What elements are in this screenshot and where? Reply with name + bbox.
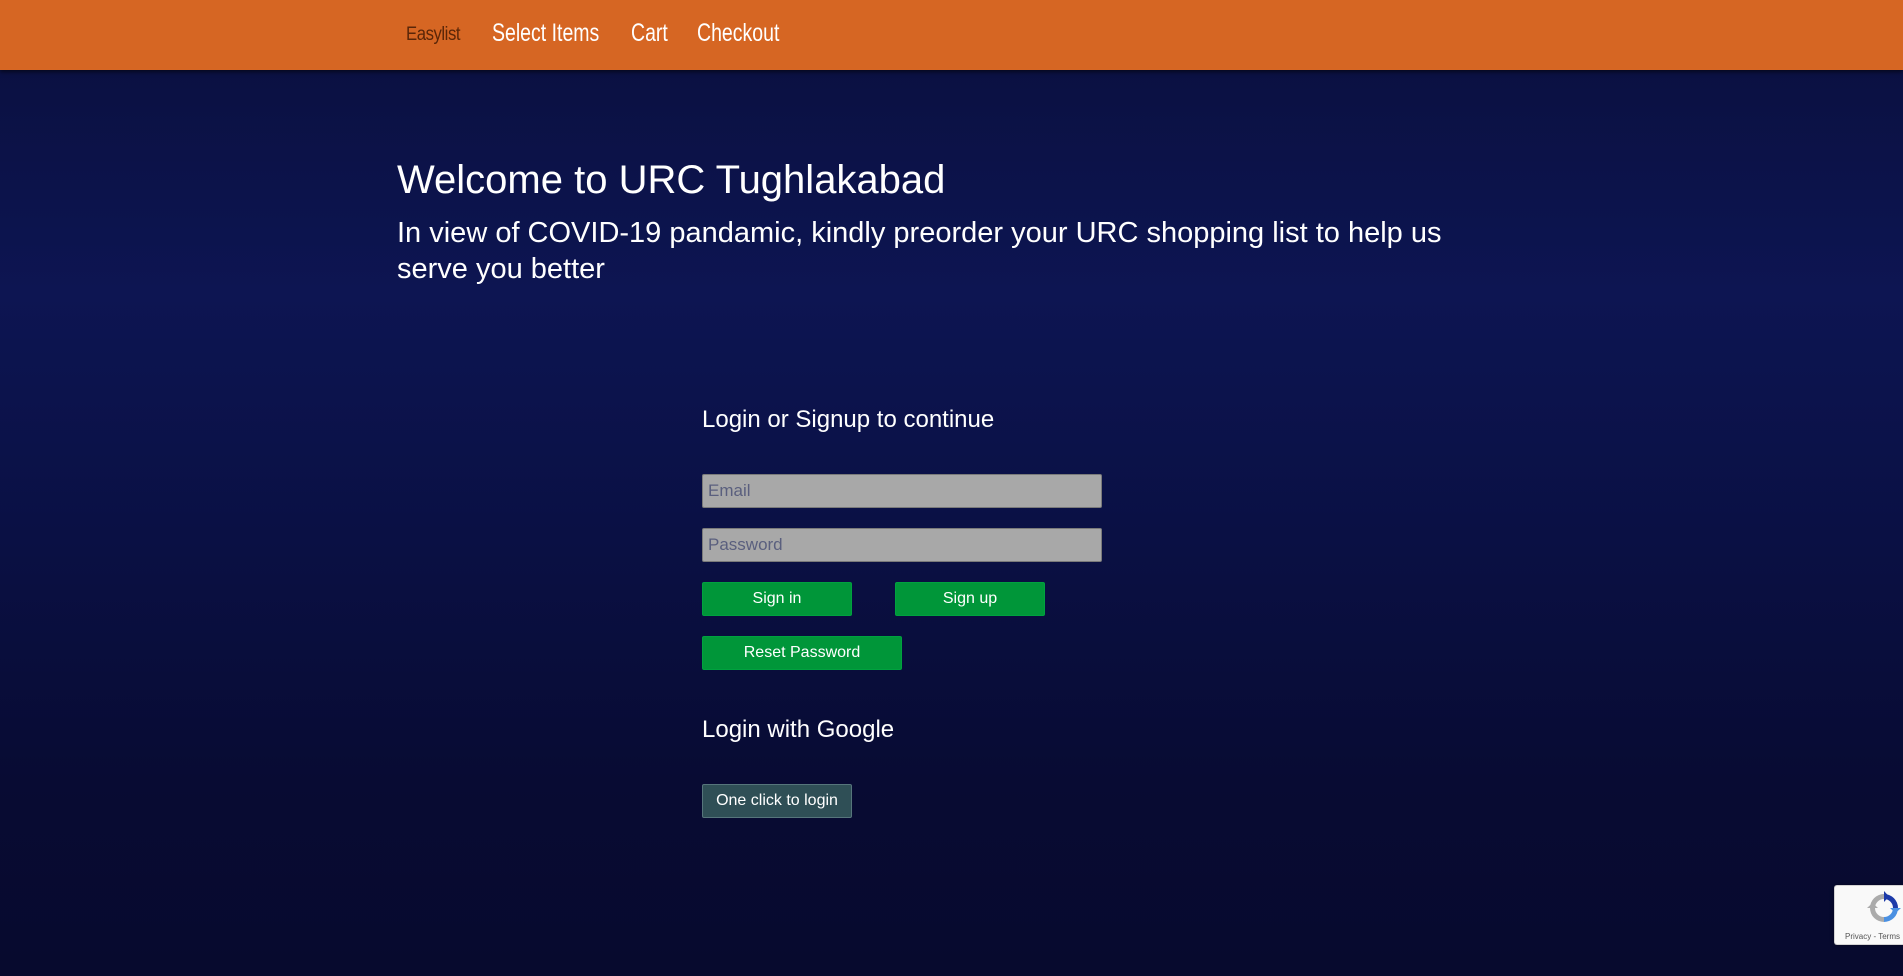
recaptcha-privacy-link[interactable]: Privacy <box>1845 932 1871 941</box>
nav-link-select-items[interactable]: Select Items <box>492 19 599 48</box>
brand-link[interactable]: Easylist <box>406 24 461 46</box>
recaptcha-links: Privacy - Terms <box>1835 932 1903 941</box>
google-login-button[interactable]: One click to login <box>702 784 852 818</box>
login-heading: Login or Signup to continue <box>702 406 995 433</box>
recaptcha-badge[interactable]: Privacy - Terms <box>1834 885 1903 945</box>
recaptcha-terms-link[interactable]: Terms <box>1878 932 1900 941</box>
email-field[interactable] <box>702 474 1102 508</box>
recaptcha-icon <box>1867 891 1901 922</box>
sign-in-button[interactable]: Sign in <box>702 582 852 616</box>
nav-link-checkout[interactable]: Checkout <box>697 19 779 48</box>
sign-up-button[interactable]: Sign up <box>895 582 1045 616</box>
page-title: Welcome to URC Tughlakabad <box>397 158 946 202</box>
nav-link-cart[interactable]: Cart <box>631 19 668 48</box>
google-login-heading: Login with Google <box>702 716 895 743</box>
reset-password-button[interactable]: Reset Password <box>702 636 902 670</box>
page-subtitle: In view of COVID-19 pandamic, kindly pre… <box>397 217 1442 285</box>
top-navbar: Easylist Select Items Cart Checkout <box>0 0 1903 70</box>
password-field[interactable] <box>702 528 1102 562</box>
